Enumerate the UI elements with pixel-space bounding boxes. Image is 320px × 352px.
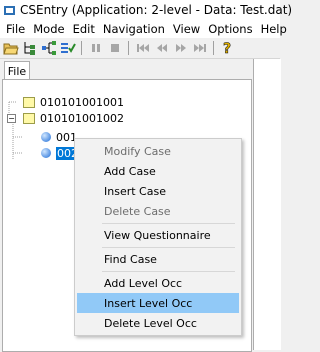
tree-node[interactable]: 001 (41, 130, 77, 144)
menu-item-modify-case[interactable]: Modify Case (77, 141, 239, 161)
tree-node[interactable]: 010101001001 (23, 95, 124, 109)
next-icon[interactable] (173, 40, 189, 56)
right-pane (253, 59, 281, 350)
menu-separator (102, 247, 235, 248)
window-title: CSEntry (Application: 2-level - Data: Te… (20, 3, 293, 17)
menu-separator (102, 271, 235, 272)
menu-item-delete-level-occ[interactable]: Delete Level Occ (77, 313, 239, 333)
stop-icon[interactable] (107, 40, 123, 56)
menu-options[interactable]: Options (204, 22, 256, 36)
check-icon[interactable] (60, 40, 76, 56)
last-icon[interactable] (192, 40, 208, 56)
menu-view[interactable]: View (169, 22, 204, 36)
collapse-toggle-icon[interactable]: − (7, 114, 16, 123)
menu-help[interactable]: Help (257, 22, 291, 36)
menu-navigation[interactable]: Navigation (99, 22, 169, 36)
menu-file[interactable]: File (0, 22, 29, 36)
menu-item-delete-case[interactable]: Delete Case (77, 201, 239, 221)
toolbar-separator (128, 41, 129, 55)
folder-icon (23, 96, 35, 108)
pause-icon[interactable] (88, 40, 104, 56)
menu-item-add-case[interactable]: Add Case (77, 161, 239, 181)
menu-item-add-level-occ[interactable]: Add Level Occ (77, 273, 239, 293)
toolbar-separator (213, 41, 214, 55)
app-icon (3, 3, 16, 17)
tab-file[interactable]: File (4, 61, 30, 81)
toolbar-separator (81, 41, 82, 55)
tab-bar: File (0, 59, 252, 81)
menu-edit[interactable]: Edit (69, 22, 99, 36)
case-icon (41, 132, 51, 142)
tree-node-label: 010101001002 (40, 111, 124, 125)
menu-mode[interactable]: Mode (29, 22, 68, 36)
menu-item-find-case[interactable]: Find Case (77, 249, 239, 269)
menu-bar: File Mode Edit Navigation View Options H… (0, 20, 287, 38)
add-node-icon[interactable] (22, 40, 38, 56)
menu-item-view-questionnaire[interactable]: View Questionnaire (77, 225, 239, 245)
svg-text:?: ? (223, 41, 231, 56)
tree-node[interactable]: 010101001002 (23, 111, 124, 125)
prev-icon[interactable] (154, 40, 170, 56)
help-icon[interactable]: ? (220, 40, 236, 56)
menu-separator (102, 223, 235, 224)
title-bar: CSEntry (Application: 2-level - Data: Te… (0, 0, 292, 20)
menu-item-insert-case[interactable]: Insert Case (77, 181, 239, 201)
first-icon[interactable] (135, 40, 151, 56)
folder-icon (23, 112, 35, 124)
menu-item-insert-level-occ[interactable]: Insert Level Occ (77, 293, 239, 313)
toolbar: ? (0, 38, 280, 59)
context-menu: Modify Case Add Case Insert Case Delete … (74, 138, 242, 336)
open-icon[interactable] (3, 40, 19, 56)
tree-node-label: 010101001001 (40, 95, 124, 109)
case-icon (41, 148, 51, 158)
tree-icon[interactable] (41, 40, 57, 56)
